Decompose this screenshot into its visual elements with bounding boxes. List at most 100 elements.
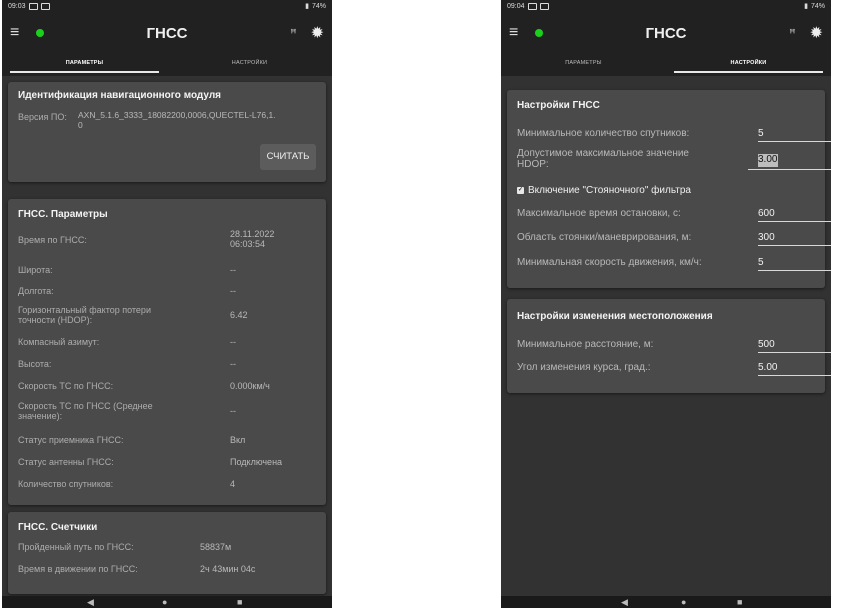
location-settings-card: Настройки изменения местоположения Миним…	[507, 299, 831, 393]
setting-label: Минимальная скорость движения, км/ч:	[517, 257, 702, 268]
app-bar: ≡ ГНСС ꟸ ✹	[2, 12, 332, 54]
gnss-counters-card: ГНСС. Счетчики Пройденный путь по ГНСС: 5…	[8, 512, 326, 594]
setting-label: Область стоянки/маневрирования, м:	[517, 232, 692, 243]
counter-value: 58837м	[200, 542, 232, 552]
min-distance-input[interactable]: 500	[758, 339, 831, 353]
tab-settings[interactable]: НАСТРОЙКИ	[666, 54, 831, 76]
system-nav-bar: ◀ ● ■	[2, 596, 332, 608]
system-nav-bar: ◀ ● ■	[501, 596, 831, 608]
app-bar: ≡ ГНСС ꟸ ✹	[501, 12, 831, 54]
param-label-cont: значение):	[18, 411, 63, 421]
field-underline	[748, 169, 831, 170]
home-icon[interactable]: ●	[162, 597, 167, 607]
status-time: 09:03	[8, 2, 26, 10]
card-title: ГНСС. Параметры	[18, 209, 108, 220]
setting-label-cont: HDOP:	[517, 159, 549, 170]
card-title: Настройки ГНСС	[517, 100, 600, 111]
min-speed-input[interactable]: 5	[758, 257, 831, 271]
tab-parameters[interactable]: ПАРАМЕТРЫ	[2, 54, 167, 76]
param-label: Время по ГНСС:	[18, 235, 87, 245]
setting-label: Допустимое максимальное значение	[517, 148, 689, 159]
param-value: 4	[230, 479, 236, 489]
max-hdop-input[interactable]: 3.00	[758, 154, 778, 167]
tab-bar: ПАРАМЕТРЫ НАСТРОЙКИ	[501, 54, 831, 76]
param-label: Статус антенны ГНСС:	[18, 457, 114, 467]
param-label: Скорость ТС по ГНСС:	[18, 381, 114, 391]
gear-icon[interactable]: ✹	[810, 23, 823, 43]
param-label: Высота:	[18, 359, 52, 369]
param-value: 6.42	[230, 310, 248, 320]
max-stop-time-input[interactable]: 600	[758, 208, 831, 222]
param-value: --	[230, 265, 236, 275]
firmware-value-cont: 0	[78, 120, 83, 130]
battery-level: 74%	[810, 2, 825, 10]
back-icon[interactable]: ◀	[87, 597, 94, 608]
counter-value: 2ч 43мин 04с	[200, 564, 256, 574]
counter-label: Время в движении по ГНСС:	[18, 564, 138, 574]
notification-icon	[527, 2, 537, 10]
param-value: 28.11.2022	[230, 229, 275, 239]
tab-settings[interactable]: НАСТРОЙКИ	[167, 54, 332, 76]
param-value: --	[230, 406, 236, 416]
setting-label: Максимальное время остановки, с:	[517, 208, 681, 219]
recents-icon[interactable]: ■	[237, 597, 242, 607]
setting-label: Минимальное количество спутников:	[517, 128, 690, 139]
param-value: Вкл	[230, 435, 246, 445]
checkbox-label: Включение "Стояночного" фильтра	[528, 185, 691, 196]
user-icon[interactable]: ꟸ	[789, 27, 795, 40]
param-value: 0.000км/ч	[230, 381, 270, 391]
param-label: Горизонтальный фактор потери	[18, 305, 151, 315]
course-angle-input[interactable]: 5.00	[758, 362, 831, 376]
app-title: ГНСС	[645, 24, 687, 42]
gear-icon[interactable]: ✹	[311, 23, 324, 43]
status-time: 09:04	[507, 2, 525, 10]
checkbox-checked-icon: ✓	[517, 187, 524, 194]
counter-label: Пройденный путь по ГНСС:	[18, 542, 134, 552]
gnss-params-card: ГНСС. Параметры Время по ГНСС: 28.11.2022…	[8, 199, 326, 505]
gnss-settings-card: Настройки ГНСС Минимальное количество сп…	[507, 90, 831, 288]
card-title: Настройки изменения местоположения	[517, 311, 713, 322]
menu-icon[interactable]: ≡	[10, 24, 26, 42]
read-button[interactable]: СЧИТАТЬ	[260, 144, 316, 170]
menu-icon[interactable]: ≡	[509, 24, 525, 42]
recents-icon[interactable]: ■	[737, 597, 742, 607]
firmware-label: Версия ПО:	[18, 112, 67, 122]
battery-level: 74%	[311, 2, 326, 10]
home-icon[interactable]: ●	[681, 597, 686, 607]
firmware-value: AXN_5.1.6_3333_18082200,0006,QUECTEL-L76…	[78, 110, 276, 120]
setting-label: Угол изменения курса, град.:	[517, 362, 651, 373]
param-value: --	[230, 337, 236, 347]
notification-icon	[40, 2, 50, 10]
param-value-cont: 06:03:54	[230, 239, 266, 249]
connection-status-indicator	[36, 29, 44, 37]
module-id-card: Идентификация навигационного модуля Верс…	[8, 82, 326, 182]
param-value: Подключена	[230, 457, 283, 467]
tab-parameters[interactable]: ПАРАМЕТРЫ	[501, 54, 666, 76]
parking-area-input[interactable]: 300	[758, 232, 831, 246]
param-label: Широта:	[18, 265, 53, 275]
app-title: ГНСС	[146, 24, 188, 42]
param-value: --	[230, 286, 236, 296]
param-label: Долгота:	[18, 286, 54, 296]
battery-icon: ▮	[804, 3, 808, 10]
param-value: --	[230, 359, 236, 369]
min-satellites-input[interactable]: 5	[758, 128, 831, 142]
param-label: Количество спутников:	[18, 479, 114, 489]
parking-filter-checkbox[interactable]: ✓ Включение "Стояночного" фильтра	[517, 185, 691, 196]
user-icon[interactable]: ꟸ	[290, 27, 296, 40]
param-label: Компасный азимут:	[18, 337, 100, 347]
connection-status-indicator	[535, 29, 543, 37]
notification-icon	[28, 2, 38, 10]
tab-bar: ПАРАМЕТРЫ НАСТРОЙКИ	[2, 54, 332, 76]
status-bar: 09:04 ▮ 74%	[501, 0, 831, 12]
status-bar: 09:03 ▮ 74%	[2, 0, 332, 12]
param-label: Статус приемника ГНСС:	[18, 435, 124, 445]
back-icon[interactable]: ◀	[621, 597, 628, 608]
notification-icon	[539, 2, 549, 10]
right-screen: 09:04 ▮ 74% ≡ ГНСС ꟸ ✹ ПАРАМЕТРЫ НАСТРОЙК…	[501, 0, 831, 608]
battery-icon: ▮	[305, 3, 309, 10]
param-label: Скорость ТС по ГНСС (Среднее	[18, 401, 153, 411]
param-label-cont: точности (HDOP):	[18, 315, 93, 325]
setting-label: Минимальное расстояние, м:	[517, 339, 654, 350]
card-title: Идентификация навигационного модуля	[18, 90, 222, 101]
